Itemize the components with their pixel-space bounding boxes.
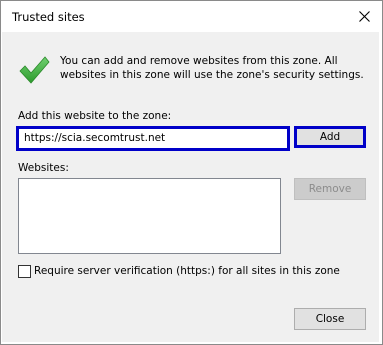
- trusted-sites-dialog: Trusted sites You can add and remove web…: [0, 0, 383, 345]
- remove-button[interactable]: Remove: [294, 178, 366, 200]
- dialog-title: Trusted sites: [12, 10, 85, 24]
- close-button[interactable]: Close: [294, 308, 366, 330]
- close-icon[interactable]: [354, 6, 374, 26]
- zone-info-text: You can add and remove websites from thi…: [60, 55, 364, 81]
- websites-label: Websites:: [18, 162, 69, 174]
- title-bar[interactable]: Trusted sites: [1, 1, 382, 31]
- close-icon-glyph: [358, 10, 370, 22]
- websites-list[interactable]: [18, 178, 281, 254]
- checkmark-icon: [18, 54, 50, 86]
- require-https-label[interactable]: Require server verification (https:) for…: [34, 265, 340, 278]
- require-https-checkbox[interactable]: [18, 265, 31, 278]
- add-button[interactable]: Add: [294, 126, 366, 148]
- website-url-input[interactable]: [16, 126, 290, 151]
- add-website-label: Add this website to the zone:: [18, 110, 172, 122]
